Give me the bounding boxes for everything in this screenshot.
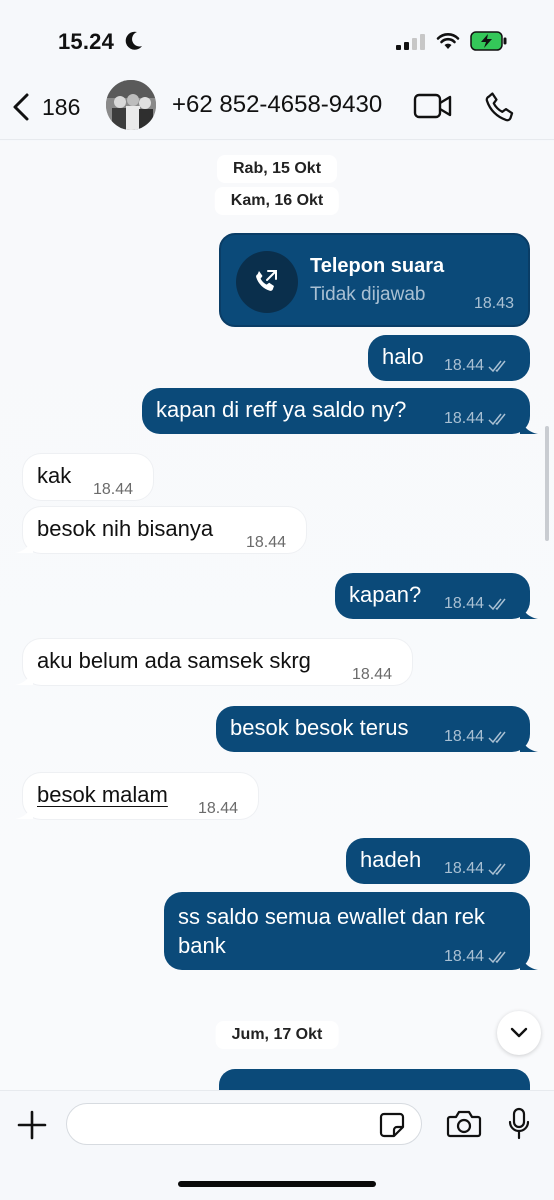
message-meta: 18.44 — [444, 942, 510, 972]
message-text: kapan? — [349, 582, 422, 607]
double-check-icon — [488, 951, 506, 964]
call-title: Telepon suara — [310, 255, 445, 277]
message-meta: 18.44 — [444, 722, 510, 752]
message-meta: 18.44 — [444, 351, 510, 381]
incoming-message[interactable]: aku belum ada samsek skrg 18.44 — [15, 639, 412, 685]
outgoing-call-icon — [256, 270, 277, 291]
outgoing-message[interactable]: kapan? 18.44 — [335, 573, 538, 619]
double-check-icon — [488, 413, 506, 426]
message-list[interactable]: Rab, 15 Okt Kam, 16 Okt Telepon suara Ti… — [0, 141, 554, 1090]
incoming-message[interactable]: kak 18.44 — [23, 454, 153, 500]
moon-icon — [125, 31, 142, 50]
contact-name[interactable]: +62 852-4658-9430 — [172, 91, 382, 119]
message-time: 18.44 — [444, 410, 485, 427]
message-meta: 18.44 — [444, 854, 510, 884]
home-indicator[interactable] — [178, 1181, 376, 1187]
call-status: Tidak dijawab — [310, 284, 426, 305]
battery-charging-icon — [470, 31, 507, 51]
status-bar: 15.24 — [0, 0, 554, 78]
call-card-partial[interactable] — [219, 1069, 530, 1090]
message-text: hadeh — [360, 847, 422, 872]
message-time: 18.44 — [444, 728, 485, 745]
scrollbar[interactable] — [545, 426, 549, 541]
signal-icon — [396, 34, 425, 50]
phone-icon[interactable] — [483, 90, 517, 124]
message-time: 18.44 — [444, 357, 485, 374]
bubble-tail — [520, 601, 538, 619]
message-text[interactable]: besok malam — [37, 780, 168, 810]
message-text: ss saldo semua ewallet dan rek — [178, 904, 485, 929]
message-time: 18.44 — [198, 800, 239, 817]
message-meta: 18.44 — [444, 404, 510, 434]
plus-icon[interactable] — [16, 1109, 48, 1141]
back-chevron-icon — [13, 93, 29, 121]
message-time: 18.44 — [444, 595, 485, 612]
missed-voice-call-card[interactable]: Telepon suara Tidak dijawab 18.43 — [219, 233, 530, 327]
message-time: 18.44 — [246, 534, 287, 551]
sticker-icon[interactable] — [378, 1111, 406, 1139]
date-separator: Jum, 17 Okt — [215, 1021, 339, 1049]
message-time: 18.44 — [444, 860, 485, 877]
outgoing-message[interactable]: kapan di reff ya saldo ny? 18.44 — [142, 388, 538, 434]
double-check-icon — [488, 863, 506, 876]
bubble-tail — [15, 535, 33, 553]
bubble-tail — [520, 734, 538, 752]
message-time: 18.44 — [93, 481, 134, 498]
outgoing-message[interactable]: ss saldo semua ewallet dan rek bank 18.4… — [164, 892, 538, 972]
call-time: 18.43 — [473, 295, 514, 312]
status-time: 15.24 — [58, 29, 115, 54]
incoming-message[interactable]: besok nih bisanya 18.44 — [15, 507, 306, 553]
call-icon-circle — [236, 251, 298, 313]
video-call-icon[interactable] — [413, 92, 453, 120]
message-text: kak — [37, 463, 72, 488]
mic-icon[interactable] — [507, 1107, 531, 1141]
message-text: halo — [382, 344, 424, 369]
outgoing-message[interactable]: hadeh 18.44 — [346, 838, 530, 884]
double-check-icon — [488, 731, 506, 744]
message-text: aku belum ada samsek skrg — [37, 648, 311, 673]
incoming-message[interactable]: besok malam 18.44 — [15, 773, 258, 819]
avatar[interactable] — [106, 80, 156, 130]
outgoing-message[interactable]: besok besok terus 18.44 — [216, 706, 538, 752]
message-meta: 18.44 — [444, 589, 510, 619]
bubble-tail — [15, 667, 33, 685]
back-button[interactable]: 186 — [10, 90, 80, 124]
bubble-tail — [520, 416, 538, 434]
double-check-icon — [488, 598, 506, 611]
wifi-icon — [436, 33, 460, 49]
chat-header: 186 +62 852-4658-9430 — [0, 78, 554, 140]
avatar-photo — [106, 80, 156, 130]
scroll-to-bottom-button[interactable] — [497, 1011, 541, 1055]
message-text-line2: bank — [178, 933, 226, 958]
message-time: 18.44 — [444, 948, 485, 965]
date-separator: Rab, 15 Okt — [216, 155, 338, 183]
bubble-tail — [520, 952, 538, 970]
outgoing-message[interactable]: halo 18.44 — [368, 335, 530, 381]
bubble-tail — [15, 801, 33, 819]
message-text: kapan di reff ya saldo ny? — [156, 397, 407, 422]
unread-count: 186 — [42, 93, 81, 120]
camera-icon[interactable] — [446, 1109, 482, 1139]
message-text: besok besok terus — [230, 715, 409, 740]
message-input[interactable] — [66, 1103, 422, 1145]
date-separator: Kam, 16 Okt — [214, 187, 340, 215]
message-text: besok nih bisanya — [37, 516, 214, 541]
double-check-icon — [488, 360, 506, 373]
message-time: 18.44 — [352, 666, 393, 683]
chevron-down-icon — [510, 1027, 528, 1038]
